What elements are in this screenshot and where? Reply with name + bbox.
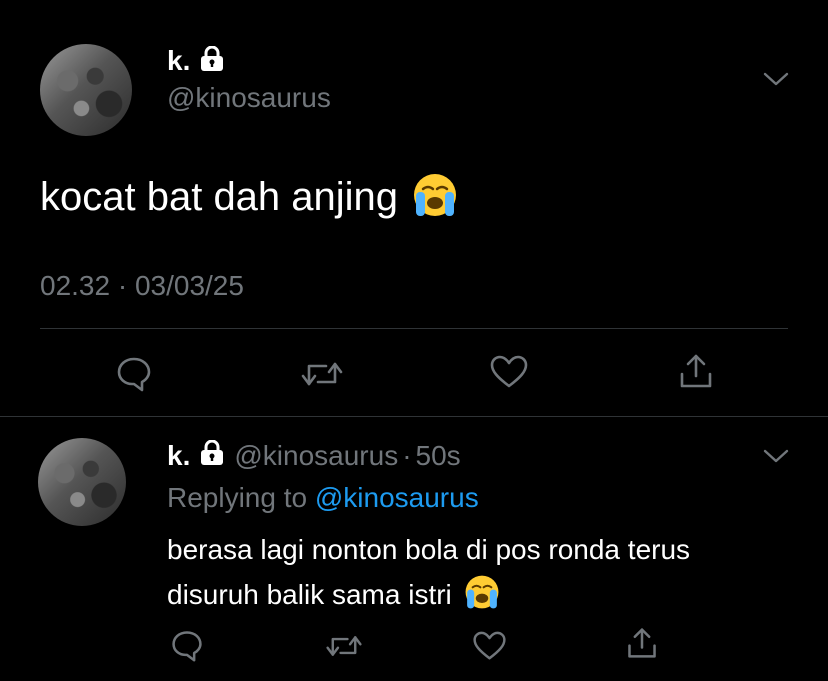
reply-time-ago[interactable]: 50s (416, 440, 461, 472)
reply-text-line-2: disuruh balik sama istri (167, 578, 452, 610)
reply-text-line-2-row: disuruh balik sama istri (167, 574, 500, 615)
reply-retweet-icon[interactable] (325, 630, 363, 662)
reply-display-name[interactable]: k. (167, 440, 190, 472)
main-tweet-text-row: kocat bat dah anjing (40, 172, 458, 223)
main-name-row: k. (167, 44, 224, 78)
main-tweet-text: kocat bat dah anjing (40, 175, 399, 219)
main-like-icon[interactable] (489, 354, 529, 390)
replying-to-row: Replying to @kinosaurus (167, 482, 479, 514)
reply-text-line-1: berasa lagi nonton bola di pos ronda ter… (167, 534, 691, 565)
reply-lock-icon (200, 439, 224, 473)
main-chevron-down-icon[interactable] (762, 70, 790, 88)
replying-to-handle-link[interactable]: @kinosaurus (315, 482, 479, 513)
main-timestamp[interactable]: 02.32 · 03/03/25 (40, 270, 244, 302)
reply-handle[interactable]: @kinosaurus (234, 440, 398, 472)
reply-chevron-down-icon[interactable] (762, 447, 790, 465)
main-share-icon[interactable] (677, 352, 715, 390)
reply-loudly-crying-face-icon (464, 574, 500, 615)
reply-avatar[interactable] (38, 438, 126, 526)
main-reply-icon[interactable] (115, 354, 153, 392)
replying-to-label: Replying to (167, 482, 308, 513)
loudly-crying-face-icon (412, 172, 458, 223)
main-display-name[interactable]: k. (167, 45, 190, 77)
reply-separator: · (402, 440, 412, 471)
lock-icon (200, 45, 224, 77)
main-handle[interactable]: @kinosaurus (167, 82, 331, 114)
main-retweet-icon[interactable] (300, 356, 344, 392)
reply-like-icon[interactable] (472, 630, 507, 662)
reply-share-icon[interactable] (625, 626, 659, 660)
main-divider-bottom (0, 416, 828, 417)
main-divider-top (40, 328, 788, 329)
reply-header-row: k. @kinosaurus · 50s (167, 439, 461, 473)
reply-reply-icon[interactable] (170, 628, 204, 662)
main-avatar[interactable] (40, 44, 132, 136)
